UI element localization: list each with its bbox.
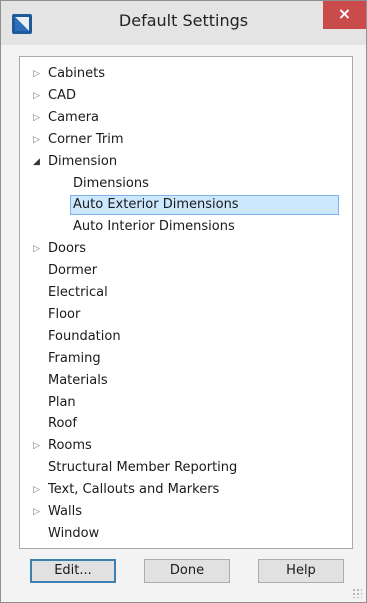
collapsed-arrow-icon[interactable]: ▷: [33, 507, 43, 517]
collapsed-arrow-icon[interactable]: ▷: [33, 244, 43, 254]
tree-item[interactable]: Auto Exterior Dimensions: [70, 195, 339, 216]
expanded-arrow-icon[interactable]: ◢: [33, 157, 43, 167]
collapsed-arrow-icon[interactable]: ▷: [33, 441, 43, 451]
done-button[interactable]: Done: [144, 559, 230, 583]
collapsed-arrow-icon[interactable]: ▷: [33, 135, 43, 145]
title-bar: Default Settings ×: [1, 1, 366, 45]
help-button[interactable]: Help: [258, 559, 344, 583]
tree-item[interactable]: Doors: [48, 239, 86, 259]
tree-item[interactable]: Auto Interior Dimensions: [73, 217, 235, 237]
tree-item[interactable]: Rooms: [48, 436, 92, 456]
tree-item[interactable]: Camera: [48, 108, 99, 128]
tree-item[interactable]: Framing: [48, 349, 101, 369]
tree-item[interactable]: Walls: [48, 502, 82, 522]
tree-item[interactable]: Cabinets: [48, 64, 105, 84]
default-settings-dialog: Default Settings × ▷ Cabinets ▷ CAD ▷ Camera ▷…: [0, 0, 367, 603]
tree-item[interactable]: Dimension: [48, 152, 117, 172]
tree-item[interactable]: Text, Callouts and Markers: [48, 480, 219, 500]
tree-item[interactable]: Floor: [48, 305, 80, 325]
tree-item[interactable]: Dimensions: [73, 174, 149, 194]
tree-item[interactable]: Materials: [48, 371, 108, 391]
collapsed-arrow-icon[interactable]: ▷: [33, 113, 43, 123]
settings-tree[interactable]: ▷ Cabinets ▷ CAD ▷ Camera ▷ Corner Trim ◢ Dimensi…: [19, 56, 353, 549]
collapsed-arrow-icon[interactable]: ▷: [33, 91, 43, 101]
tree-item[interactable]: Dormer: [48, 261, 97, 281]
collapsed-arrow-icon[interactable]: ▷: [33, 485, 43, 495]
tree-item[interactable]: Plan: [48, 393, 76, 413]
collapsed-arrow-icon[interactable]: ▷: [33, 69, 43, 79]
tree-item[interactable]: Foundation: [48, 327, 121, 347]
window-title: Default Settings: [118, 11, 249, 30]
edit-button[interactable]: Edit...: [30, 559, 116, 583]
tree-item[interactable]: Corner Trim: [48, 130, 124, 150]
tree-item[interactable]: CAD: [48, 86, 76, 106]
tree-item[interactable]: Structural Member Reporting: [48, 458, 237, 478]
tree-item[interactable]: Roof: [48, 414, 77, 434]
tree-item[interactable]: Window: [48, 524, 99, 544]
close-button[interactable]: ×: [323, 1, 366, 29]
resize-grip-icon[interactable]: [352, 588, 362, 598]
tree-item[interactable]: Electrical: [48, 283, 108, 303]
